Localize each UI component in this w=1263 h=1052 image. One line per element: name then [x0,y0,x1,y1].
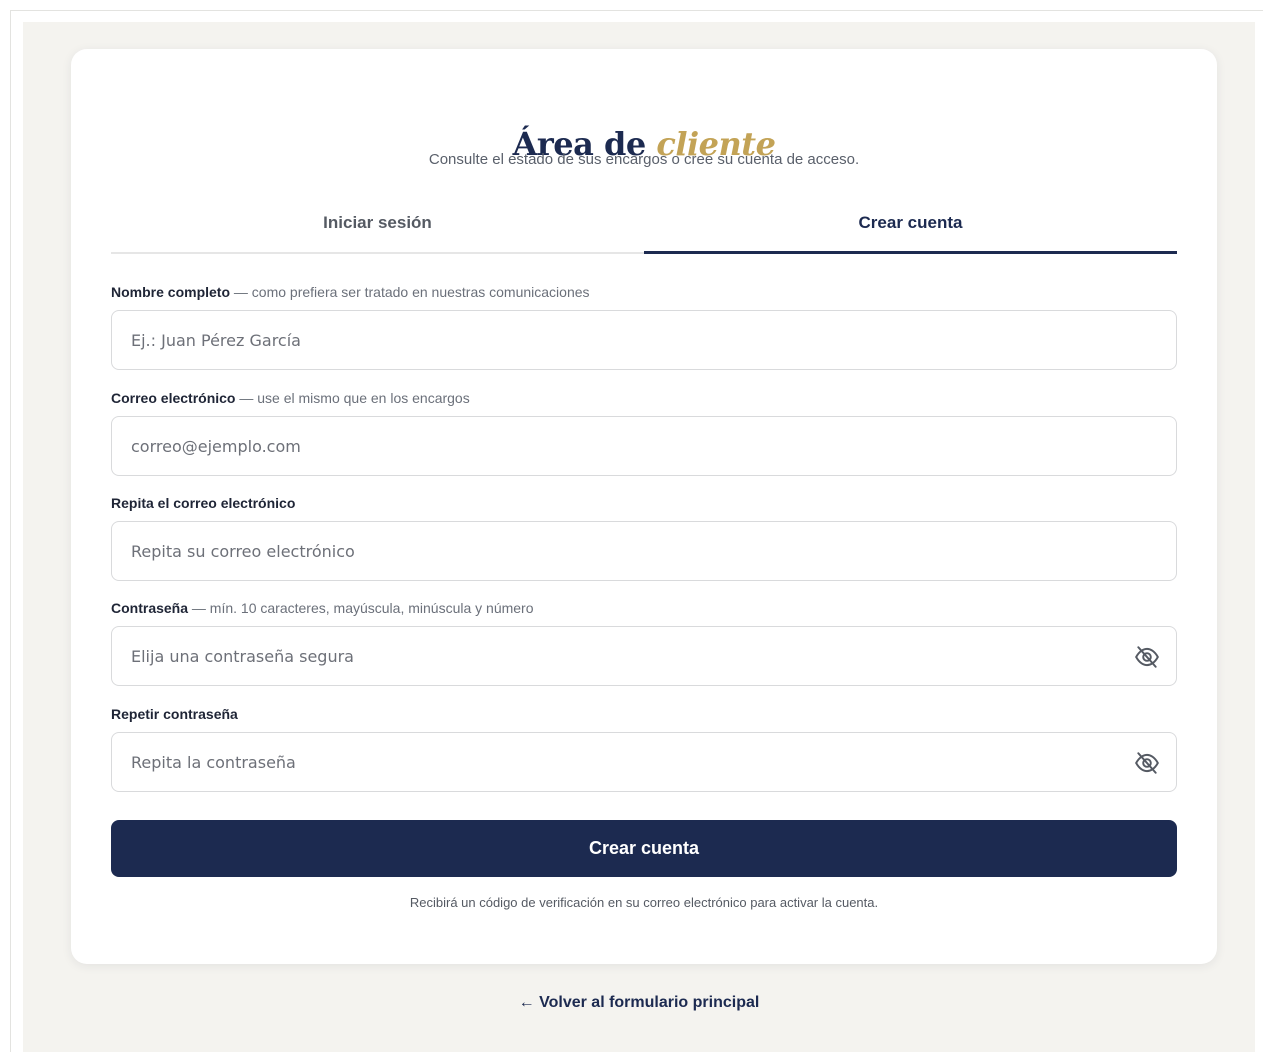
name-input[interactable] [112,311,1176,369]
create-account-button[interactable]: Crear cuenta [111,820,1177,877]
back-to-main-form-link[interactable]: ← Volver al formulario principal [23,994,1255,1012]
password-label-text: Contraseña [111,600,189,616]
name-hint: — como prefiera ser tratado en nuestras … [233,284,590,300]
verification-note: Recibirá un código de verificación en su… [409,895,879,910]
email-hint: — use el mismo que en los encargos [239,390,470,406]
email-field[interactable] [111,416,1177,476]
password-confirm-label-text: Repetir contraseña [111,706,238,722]
eye-off-icon[interactable] [1134,750,1160,776]
password-field[interactable] [111,626,1177,686]
client-area-card: Área de cliente Consulte el estado de su… [71,49,1217,964]
email-label-text: Correo electrónico [111,390,236,406]
email-confirm-input[interactable] [112,522,1176,580]
tab-signup[interactable]: Crear cuenta [644,204,1177,254]
email-label: Correo electrónico — use el mismo que en… [111,390,470,406]
password-hint: — mín. 10 caracteres, mayúscula, minúscu… [191,600,534,616]
password-confirm-input[interactable] [112,733,1176,791]
password-confirm-label: Repetir contraseña [111,706,238,722]
eye-off-icon[interactable] [1134,644,1160,670]
name-label-text: Nombre completo [111,284,231,300]
name-label: Nombre completo — como prefiera ser trat… [111,284,590,300]
tab-login[interactable]: Iniciar sesión [111,204,644,252]
page-subtitle: Consulte el estado de sus encargos o cre… [428,151,860,168]
email-confirm-field[interactable] [111,521,1177,581]
name-field[interactable] [111,310,1177,370]
email-input[interactable] [112,417,1176,475]
password-label: Contraseña — mín. 10 caracteres, mayúscu… [111,600,534,616]
password-confirm-field[interactable] [111,732,1177,792]
auth-tabs: Iniciar sesión Crear cuenta [111,204,1177,254]
email-confirm-label: Repita el correo electrónico [111,495,295,511]
password-input[interactable] [112,627,1176,685]
email-confirm-label-text: Repita el correo electrónico [111,495,296,511]
page-background: Área de cliente Consulte el estado de su… [23,22,1255,1052]
